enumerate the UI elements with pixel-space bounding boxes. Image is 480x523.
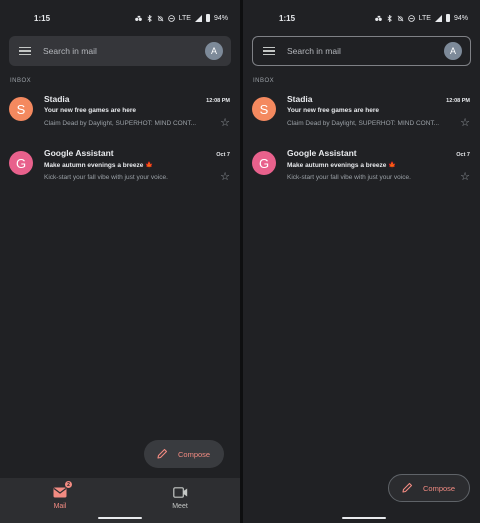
account-avatar[interactable]: A — [205, 42, 223, 60]
battery-level: 94% — [213, 14, 228, 22]
mail-date: Oct 7 — [456, 152, 470, 158]
maple-leaf-icon: 🍁 — [388, 162, 397, 169]
home-indicator[interactable] — [342, 517, 386, 519]
dnd-icon — [407, 14, 415, 22]
star-icon[interactable]: ☆ — [220, 118, 230, 129]
sender-avatar[interactable]: S — [252, 97, 276, 121]
mail-snippet: Claim Dead by Daylight, SUPERHOT: MIND C… — [287, 120, 440, 127]
home-indicator[interactable] — [98, 517, 142, 519]
compose-button[interactable]: Compose — [388, 474, 471, 502]
status-icons: LTE 94% — [374, 14, 468, 22]
mail-list: S Stadia 12:08 PM Your new free games ar… — [0, 94, 240, 202]
mail-row[interactable]: S Stadia 12:08 PM Your new free games ar… — [243, 94, 480, 148]
mail-icon — [53, 487, 67, 498]
mail-snippet: Kick-start your fall vibe with just your… — [44, 174, 168, 181]
status-time: 1:15 — [34, 13, 51, 23]
mute-bell-icon — [397, 15, 404, 21]
search-input[interactable]: Search in mail — [287, 46, 444, 56]
compose-label: Compose — [178, 449, 211, 459]
signal-icon — [194, 14, 202, 22]
sender-avatar[interactable]: G — [9, 151, 33, 175]
mail-row[interactable]: G Google Assistant Oct 7 Make autumn eve… — [243, 148, 480, 202]
star-icon[interactable]: ☆ — [460, 172, 470, 183]
video-camera-icon — [172, 487, 187, 498]
sender-name: Google Assistant — [287, 148, 357, 158]
status-icons: LTE 94% — [134, 14, 228, 22]
mail-snippet: Kick-start your fall vibe with just your… — [287, 174, 411, 181]
mute-bell-icon — [157, 15, 164, 21]
compose-button[interactable]: Compose — [144, 440, 225, 468]
network-type: LTE — [418, 14, 431, 22]
pencil-icon — [402, 482, 413, 493]
battery-level: 94% — [453, 14, 468, 22]
status-time: 1:15 — [279, 13, 296, 23]
mail-subject: Your new free games are here — [287, 107, 380, 114]
mail-list: S Stadia 12:08 PM Your new free games ar… — [243, 94, 480, 202]
pencil-icon — [157, 448, 168, 459]
battery-icon — [445, 14, 450, 22]
sender-avatar[interactable]: G — [252, 151, 276, 175]
section-label: INBOX — [253, 78, 275, 84]
bluetooth-icon — [147, 14, 152, 22]
search-bar[interactable]: Search in mail A — [9, 36, 231, 66]
phone-screen-right: 1:15 LTE 94% Search in mail A INBOX S St… — [243, 0, 480, 523]
mail-date: Oct 7 — [216, 152, 230, 158]
status-bar: 1:15 LTE 94% — [243, 0, 480, 36]
search-input[interactable]: Search in mail — [43, 46, 205, 56]
menu-icon[interactable] — [19, 46, 31, 56]
sender-avatar[interactable]: S — [9, 97, 33, 121]
nav-meet-label: Meet — [172, 503, 188, 510]
signal-icon — [434, 14, 442, 22]
mail-snippet: Claim Dead by Daylight, SUPERHOT: MIND C… — [44, 120, 197, 127]
bluetooth-icon — [387, 14, 392, 22]
sync-icon — [134, 15, 142, 21]
nav-mail-label: Mail — [53, 503, 67, 510]
mail-row[interactable]: G Google Assistant Oct 7 Make autumn eve… — [0, 148, 240, 202]
star-icon[interactable]: ☆ — [220, 172, 230, 183]
status-bar: 1:15 LTE 94% — [0, 0, 240, 36]
star-icon[interactable]: ☆ — [460, 118, 470, 129]
sender-name: Stadia — [44, 94, 70, 104]
sender-name: Google Assistant — [44, 148, 114, 158]
phone-screen-left: 1:15 LTE 94% Search in mail A INBOX S St… — [0, 0, 240, 523]
mail-subject: Your new free games are here — [44, 107, 137, 114]
section-label: INBOX — [10, 78, 32, 84]
mail-subject: Make autumn evenings a breeze — [44, 162, 144, 169]
maple-leaf-icon: 🍁 — [145, 162, 154, 169]
battery-icon — [205, 14, 210, 22]
sync-icon — [374, 15, 382, 21]
mail-subject-line: Make autumn evenings a breeze 🍁 — [44, 161, 230, 172]
network-type: LTE — [178, 14, 191, 22]
mail-date: 12:08 PM — [206, 98, 230, 104]
compose-label: Compose — [423, 483, 456, 493]
account-avatar[interactable]: A — [444, 42, 462, 60]
mail-row[interactable]: S Stadia 12:08 PM Your new free games ar… — [0, 94, 240, 148]
sender-name: Stadia — [287, 94, 313, 104]
unread-badge: 2 — [64, 480, 73, 489]
search-bar[interactable]: Search in mail A — [252, 36, 471, 66]
mail-subject-line: Make autumn evenings a breeze 🍁 — [287, 161, 470, 172]
mail-date: 12:08 PM — [446, 98, 470, 104]
dnd-icon — [167, 14, 175, 22]
menu-icon[interactable] — [263, 46, 275, 56]
mail-subject: Make autumn evenings a breeze — [287, 162, 387, 169]
